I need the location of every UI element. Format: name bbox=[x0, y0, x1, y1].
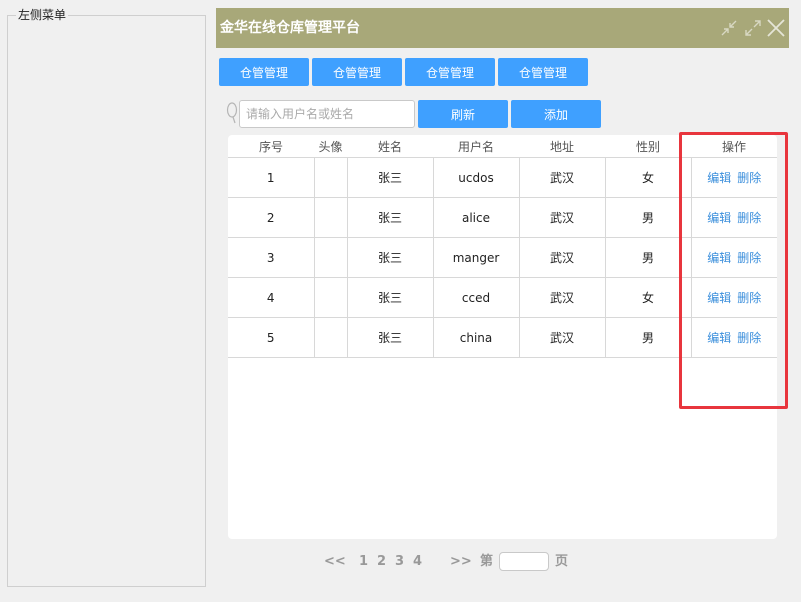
delete-link[interactable]: 删除 bbox=[737, 251, 761, 265]
category-button-2[interactable]: 仓管管理 bbox=[312, 58, 402, 86]
edit-link[interactable]: 编辑 bbox=[707, 211, 731, 225]
cell-id: 4 bbox=[228, 277, 315, 318]
category-button-3[interactable]: 仓管管理 bbox=[405, 58, 495, 86]
cell-actions: 编辑 删除 bbox=[691, 157, 777, 198]
page-number-input[interactable] bbox=[499, 552, 549, 571]
cell-address: 武汉 bbox=[519, 157, 606, 198]
left-menu-title: 左侧菜单 bbox=[16, 7, 69, 23]
cell-address: 武汉 bbox=[519, 317, 606, 358]
next-page-button[interactable]: >> bbox=[450, 553, 472, 571]
header-avatar[interactable]: 头像 bbox=[314, 135, 347, 158]
cell-actions: 编辑 删除 bbox=[691, 277, 777, 318]
delete-link[interactable]: 删除 bbox=[737, 291, 761, 305]
table-row[interactable]: 2 张三 alice 武汉 男 编辑 删除 bbox=[228, 197, 777, 238]
cell-address: 武汉 bbox=[519, 237, 606, 278]
cell-actions: 编辑 删除 bbox=[691, 197, 777, 238]
add-button[interactable]: 添加 bbox=[511, 100, 601, 128]
header-username[interactable]: 用户名 bbox=[433, 135, 519, 158]
cell-gender: 女 bbox=[605, 277, 692, 318]
cell-id: 1 bbox=[228, 157, 315, 198]
cell-actions: 编辑 删除 bbox=[691, 317, 777, 358]
edit-link[interactable]: 编辑 bbox=[707, 251, 731, 265]
cell-username: china bbox=[433, 317, 520, 358]
delete-link[interactable]: 删除 bbox=[737, 331, 761, 345]
table-header-row: 序号 头像 姓名 用户名 地址 性别 操作 bbox=[228, 135, 777, 158]
header-id[interactable]: 序号 bbox=[228, 135, 314, 158]
search-input[interactable] bbox=[239, 100, 415, 128]
cell-username: alice bbox=[433, 197, 520, 238]
table-row[interactable]: 3 张三 manger 武汉 男 编辑 删除 bbox=[228, 237, 777, 278]
left-menu-panel bbox=[7, 15, 206, 587]
delete-link[interactable]: 删除 bbox=[737, 171, 761, 185]
edit-link[interactable]: 编辑 bbox=[707, 291, 731, 305]
cell-name: 张三 bbox=[347, 157, 434, 198]
cell-avatar bbox=[314, 317, 348, 358]
cell-avatar bbox=[314, 157, 348, 198]
cell-gender: 女 bbox=[605, 157, 692, 198]
search-icon bbox=[226, 101, 238, 125]
user-table: 序号 头像 姓名 用户名 地址 性别 操作 1 张三 ucdos 武汉 女 编辑… bbox=[228, 135, 777, 358]
header-address[interactable]: 地址 bbox=[519, 135, 605, 158]
cell-name: 张三 bbox=[347, 277, 434, 318]
cell-gender: 男 bbox=[605, 237, 692, 278]
cell-username: cced bbox=[433, 277, 520, 318]
cell-id: 3 bbox=[228, 237, 315, 278]
cell-name: 张三 bbox=[347, 237, 434, 278]
maximize-icon[interactable] bbox=[743, 18, 763, 38]
header-gender[interactable]: 性别 bbox=[605, 135, 691, 158]
cell-address: 武汉 bbox=[519, 277, 606, 318]
minimize-icon[interactable] bbox=[719, 18, 739, 38]
page-2-link[interactable]: 2 bbox=[377, 553, 386, 571]
cell-avatar bbox=[314, 277, 348, 318]
delete-link[interactable]: 删除 bbox=[737, 211, 761, 225]
cell-name: 张三 bbox=[347, 317, 434, 358]
cell-id: 2 bbox=[228, 197, 315, 238]
page-4-link[interactable]: 4 bbox=[413, 553, 422, 571]
table-row[interactable]: 1 张三 ucdos 武汉 女 编辑 删除 bbox=[228, 157, 777, 198]
cell-gender: 男 bbox=[605, 317, 692, 358]
window-title: 金华在线仓库管理平台 bbox=[220, 20, 360, 36]
header-name[interactable]: 姓名 bbox=[347, 135, 433, 158]
cell-avatar bbox=[314, 237, 348, 278]
close-icon[interactable] bbox=[766, 18, 786, 38]
prev-page-button[interactable]: << bbox=[324, 553, 346, 571]
cell-avatar bbox=[314, 197, 348, 238]
category-button-4[interactable]: 仓管管理 bbox=[498, 58, 588, 86]
title-bar: 金华在线仓库管理平台 bbox=[216, 8, 789, 48]
cell-username: manger bbox=[433, 237, 520, 278]
cell-name: 张三 bbox=[347, 197, 434, 238]
page-suffix-label: 页 bbox=[555, 554, 569, 569]
cell-gender: 男 bbox=[605, 197, 692, 238]
page-1-link[interactable]: 1 bbox=[359, 553, 368, 571]
page-prefix-label: 第 bbox=[480, 554, 494, 569]
cell-username: ucdos bbox=[433, 157, 520, 198]
cell-actions: 编辑 删除 bbox=[691, 237, 777, 278]
page-3-link[interactable]: 3 bbox=[395, 553, 404, 571]
edit-link[interactable]: 编辑 bbox=[707, 331, 731, 345]
edit-link[interactable]: 编辑 bbox=[707, 171, 731, 185]
cell-id: 5 bbox=[228, 317, 315, 358]
header-actions[interactable]: 操作 bbox=[691, 135, 777, 158]
table-row[interactable]: 4 张三 cced 武汉 女 编辑 删除 bbox=[228, 277, 777, 318]
category-button-1[interactable]: 仓管管理 bbox=[219, 58, 309, 86]
cell-address: 武汉 bbox=[519, 197, 606, 238]
table-row[interactable]: 5 张三 china 武汉 男 编辑 删除 bbox=[228, 317, 777, 358]
refresh-button[interactable]: 刷新 bbox=[418, 100, 508, 128]
table-panel: 序号 头像 姓名 用户名 地址 性别 操作 1 张三 ucdos 武汉 女 编辑… bbox=[228, 135, 777, 539]
